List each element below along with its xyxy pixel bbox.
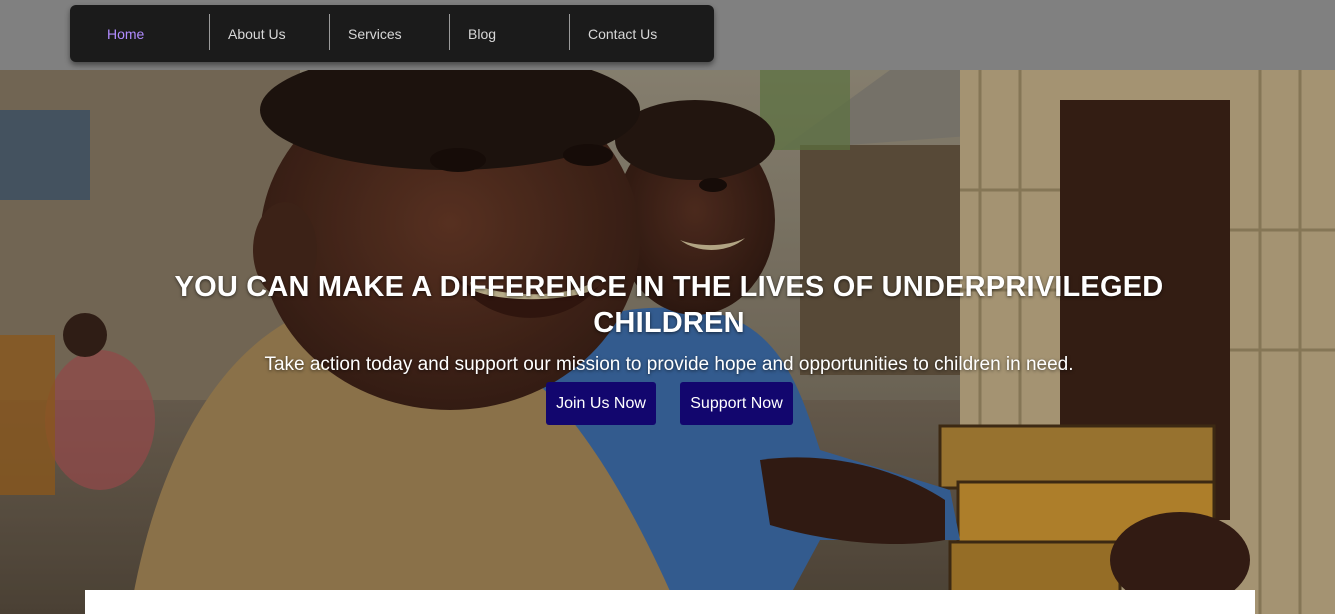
nav-blog-link[interactable]: Blog <box>468 5 496 62</box>
support-now-button[interactable]: Support Now <box>680 382 793 425</box>
nav-home-link[interactable]: Home <box>107 5 144 62</box>
nav-divider <box>449 14 450 50</box>
join-us-button[interactable]: Join Us Now <box>546 382 656 425</box>
hero-title: YOU CAN MAKE A DIFFERENCE IN THE LIVES O… <box>174 271 1164 340</box>
content-section-edge <box>85 590 1255 614</box>
hero-background-photo <box>0 70 1335 614</box>
nav-contact-link[interactable]: Contact Us <box>588 5 657 62</box>
nav-divider <box>209 14 210 50</box>
nav-divider <box>329 14 330 50</box>
top-bar: Home About Us Services Blog Contact Us <box>0 0 1335 70</box>
nav-about-link[interactable]: About Us <box>228 5 286 62</box>
hero-section: YOU CAN MAKE A DIFFERENCE IN THE LIVES O… <box>0 70 1335 614</box>
nav-divider <box>569 14 570 50</box>
hero-subtitle: Take action today and support our missio… <box>264 354 1074 375</box>
nav-services-link[interactable]: Services <box>348 5 402 62</box>
main-navigation: Home About Us Services Blog Contact Us <box>70 5 714 62</box>
